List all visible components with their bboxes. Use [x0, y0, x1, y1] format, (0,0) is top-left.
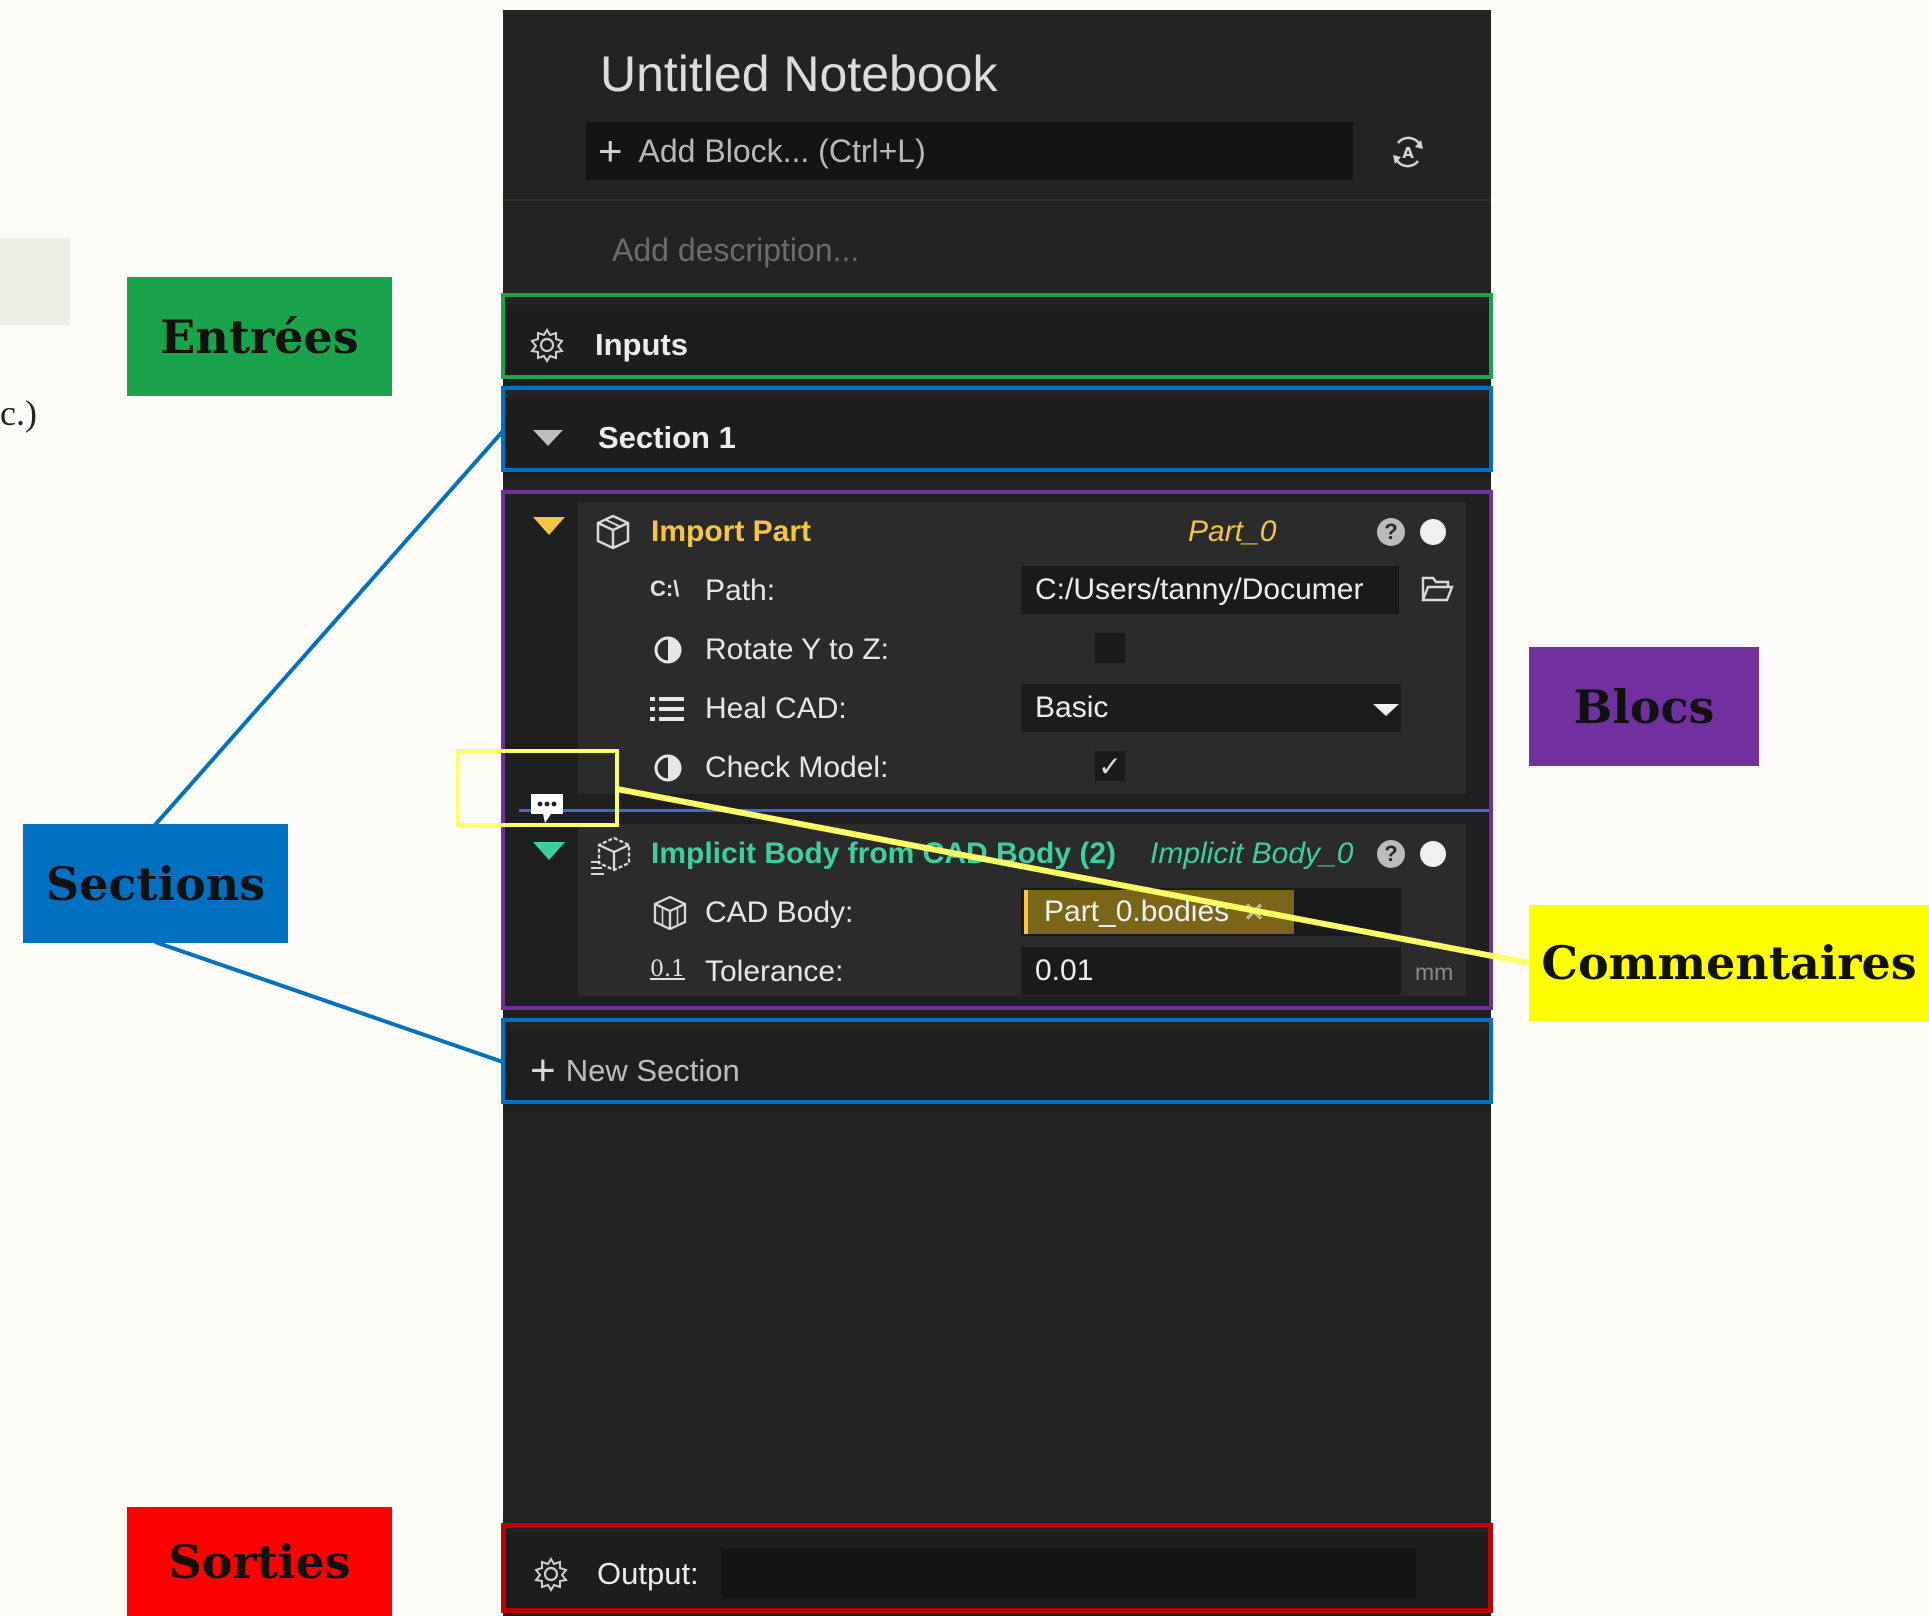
label-commentaires: Commentaires — [1529, 905, 1929, 1021]
label-sorties: Sorties — [127, 1507, 392, 1616]
label-blocs: Blocs — [1529, 647, 1759, 766]
label-entrees: Entrées — [127, 277, 392, 396]
label-sections: Sections — [23, 824, 288, 943]
connector-lines — [153, 429, 1530, 1064]
